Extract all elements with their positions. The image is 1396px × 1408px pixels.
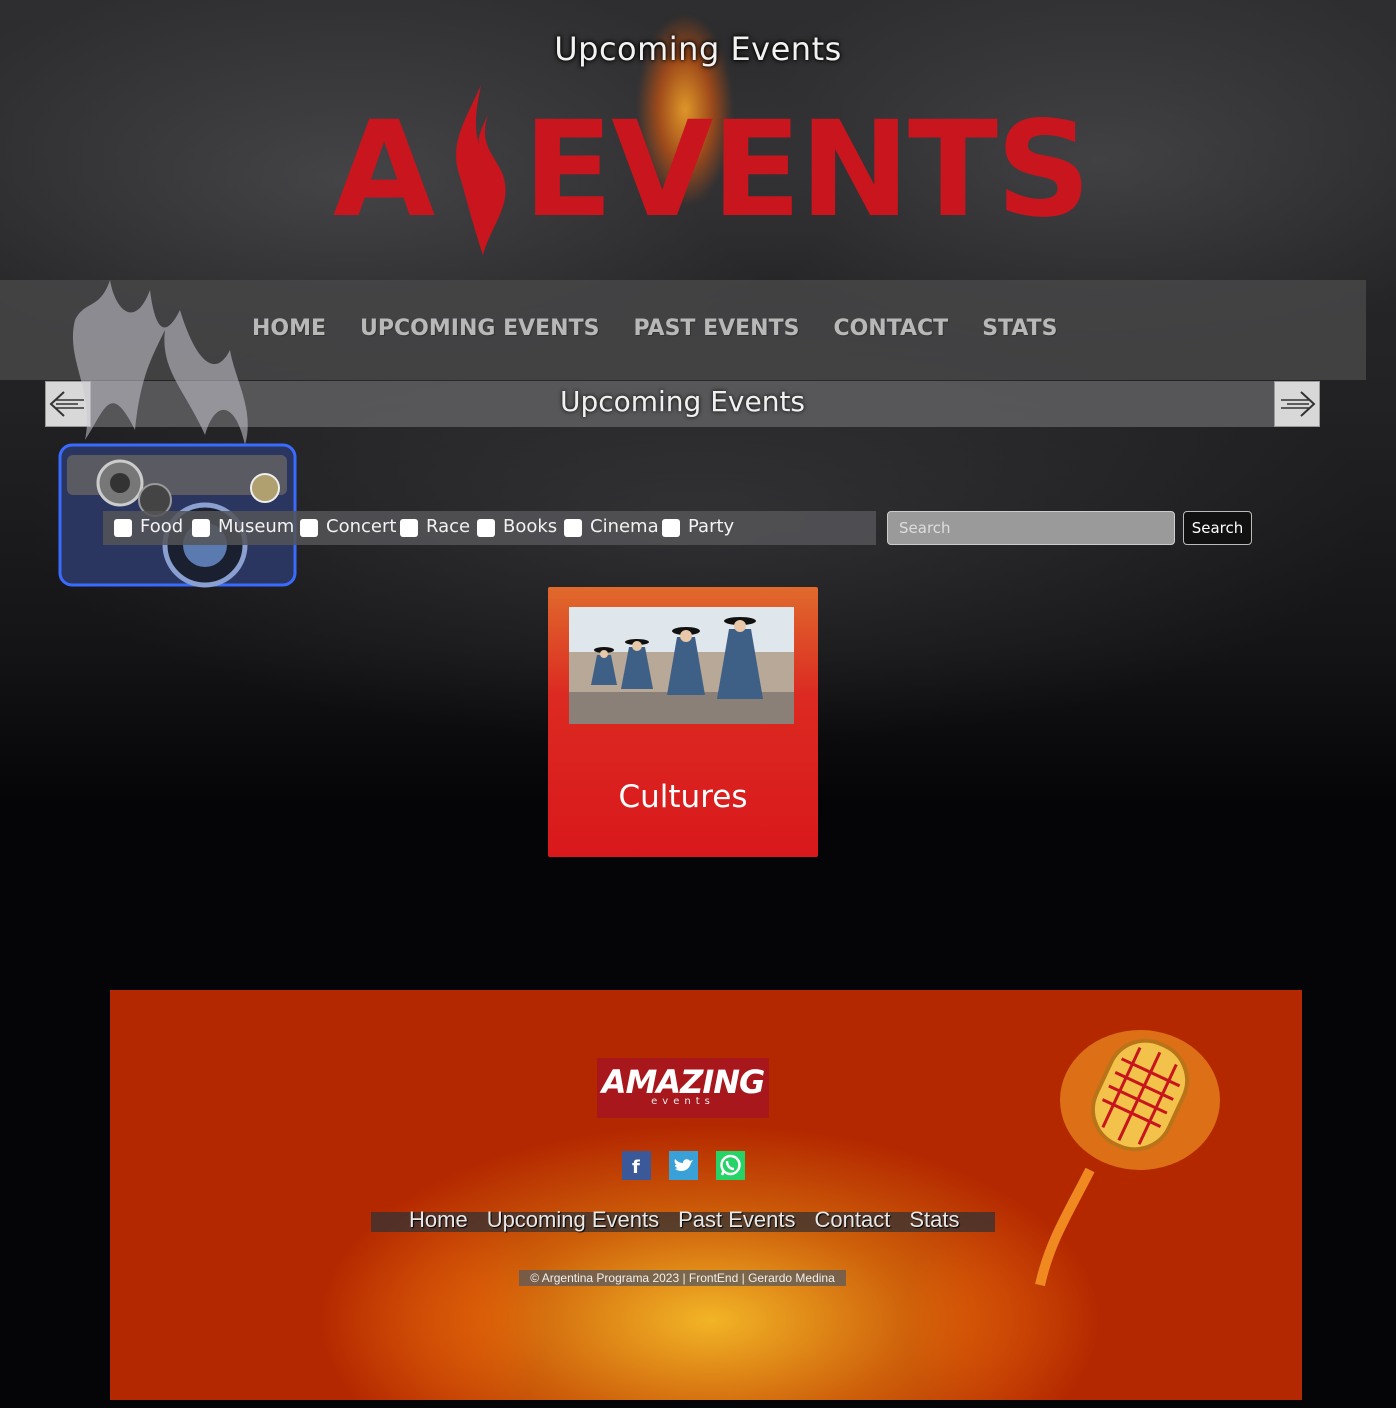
footer-nav-past-events[interactable]: Past Events: [678, 1207, 795, 1233]
twitter-icon[interactable]: [669, 1151, 698, 1180]
filter-museum[interactable]: Museum: [192, 515, 294, 537]
whatsapp-icon[interactable]: [716, 1151, 745, 1180]
burning-microphone-icon: [1035, 1030, 1220, 1287]
nav-past-events[interactable]: PAST EVENTS: [633, 316, 799, 341]
checkbox[interactable]: [192, 519, 210, 537]
copyright-text: © Argentina Programa 2023 | FrontEnd | G…: [519, 1270, 846, 1286]
arrow-right-icon: [1281, 391, 1316, 417]
nav-stats[interactable]: STATS: [982, 316, 1057, 341]
event-card[interactable]: Cultures: [548, 587, 818, 857]
footer-nav-home[interactable]: Home: [409, 1207, 468, 1233]
checkbox[interactable]: [477, 519, 495, 537]
site-logo[interactable]: A EVENTS: [333, 85, 1091, 255]
logo-word: EVENTS: [523, 93, 1091, 247]
filter-concert[interactable]: Concert: [300, 515, 396, 537]
page-heading: Upcoming Events: [554, 30, 842, 68]
nav-upcoming-events[interactable]: UPCOMING EVENTS: [360, 316, 599, 341]
filter-food[interactable]: Food: [114, 515, 183, 537]
footer-nav-contact[interactable]: Contact: [815, 1207, 891, 1233]
search-input[interactable]: Search: [887, 511, 1175, 545]
logo-flame-icon: [456, 85, 506, 255]
nav-contact[interactable]: CONTACT: [833, 316, 948, 341]
checkbox[interactable]: [662, 519, 680, 537]
footer-logo[interactable]: AMAZING events: [597, 1058, 769, 1118]
social-links: f: [622, 1151, 745, 1180]
event-title: Cultures: [618, 779, 748, 815]
checkbox[interactable]: [114, 519, 132, 537]
search-button[interactable]: Search: [1183, 511, 1252, 545]
facebook-icon[interactable]: f: [622, 1151, 651, 1180]
svg-text:f: f: [632, 1157, 640, 1178]
checkbox[interactable]: [564, 519, 582, 537]
logo-letter: A: [333, 93, 435, 247]
filter-books[interactable]: Books: [477, 515, 557, 537]
filter-race[interactable]: Race: [400, 515, 470, 537]
filter-cinema[interactable]: Cinema: [564, 515, 659, 537]
footer-nav: Home Upcoming Events Past Events Contact…: [371, 1207, 995, 1232]
footer-nav-upcoming-events[interactable]: Upcoming Events: [487, 1207, 659, 1233]
footer-nav-stats[interactable]: Stats: [909, 1207, 959, 1233]
next-page-button[interactable]: [1274, 381, 1320, 427]
checkbox[interactable]: [300, 519, 318, 537]
event-image: [569, 607, 794, 724]
checkbox[interactable]: [400, 519, 418, 537]
filter-party[interactable]: Party: [662, 515, 734, 537]
category-filters: Food Museum Concert Race Books Cinema Pa…: [103, 511, 876, 545]
